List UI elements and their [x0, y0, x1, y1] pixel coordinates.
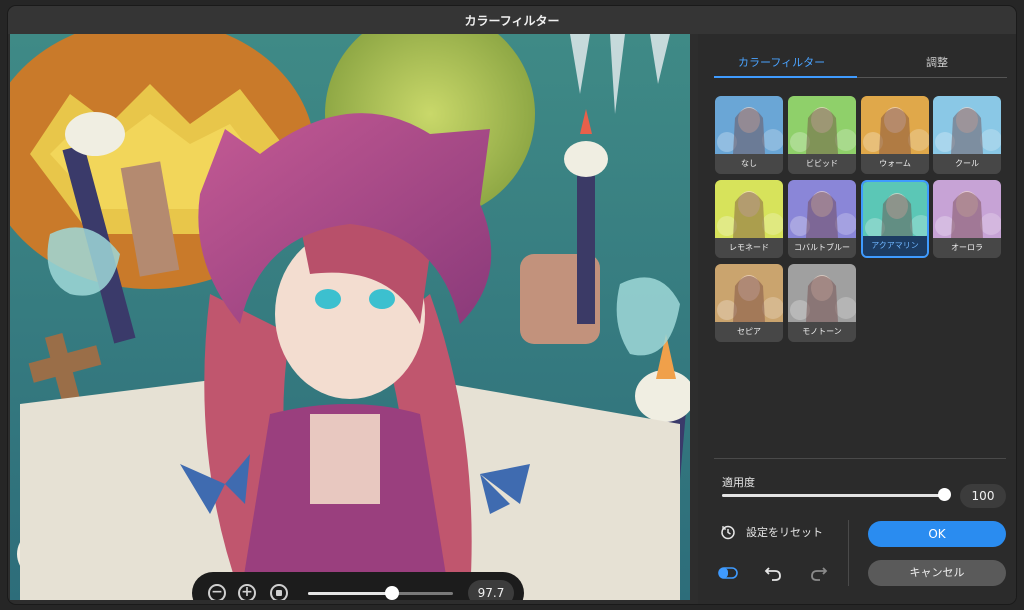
image-preview[interactable]: − + 97.7: [10, 34, 690, 600]
fit-screen-icon[interactable]: [270, 584, 288, 600]
zoom-slider[interactable]: [308, 586, 453, 600]
apply-strength-value[interactable]: 100: [960, 484, 1006, 508]
filter-preview-image: [788, 180, 856, 238]
undo-icon[interactable]: [764, 564, 782, 582]
filter-thumb[interactable]: レモネード: [715, 180, 783, 258]
filter-thumb[interactable]: コバルトブルー: [788, 180, 856, 258]
fit-square: [276, 590, 282, 596]
filter-preview-image: [933, 96, 1001, 154]
filter-thumb[interactable]: ウォーム: [861, 96, 929, 174]
filter-thumb[interactable]: アクアマリン: [861, 180, 929, 258]
zoom-slider-handle[interactable]: [385, 586, 400, 600]
active-tab-indicator: [714, 76, 857, 78]
apply-slider-handle[interactable]: [938, 488, 951, 501]
apply-strength-slider[interactable]: [722, 488, 951, 501]
filter-thumb[interactable]: オーロラ: [933, 180, 1001, 258]
filter-preview-image: [861, 96, 929, 154]
filter-preview-image: [715, 180, 783, 238]
filter-thumb[interactable]: ビビッド: [788, 96, 856, 174]
filter-preview-image: [715, 96, 783, 154]
filter-thumb-label: ビビッド: [788, 154, 856, 174]
filter-preview-image: [863, 182, 927, 240]
filter-thumb-label: コバルトブルー: [788, 238, 856, 258]
filter-preview-image: [788, 96, 856, 154]
compare-toggle-icon[interactable]: [718, 566, 738, 580]
filter-thumb-label: ウォーム: [861, 154, 929, 174]
redo-icon[interactable]: [810, 564, 828, 582]
cancel-button[interactable]: キャンセル: [868, 560, 1006, 586]
zoom-in-icon[interactable]: +: [238, 584, 256, 600]
filter-preview-image: [933, 180, 1001, 238]
tab-color-filter[interactable]: カラーフィルター: [738, 54, 825, 70]
filter-thumb[interactable]: セピア: [715, 264, 783, 342]
filter-preview-image: [715, 264, 783, 322]
filter-thumb-label: なし: [715, 154, 783, 174]
apply-strength-label: 適用度: [722, 476, 755, 489]
zoom-value[interactable]: 97.7: [468, 580, 514, 600]
button-separator: [848, 520, 849, 586]
illustration-preview: [10, 34, 690, 600]
tab-adjust[interactable]: 調整: [926, 54, 948, 70]
color-filter-dialog: カラーフィルター − + 97.7 カラーフィルター 調整 なし ビビッド ウォ…: [8, 6, 1016, 604]
zoom-out-icon[interactable]: −: [208, 584, 226, 600]
filter-thumb-label: モノトーン: [788, 322, 856, 342]
filter-thumb[interactable]: クール: [933, 96, 1001, 174]
filter-thumb[interactable]: なし: [715, 96, 783, 174]
filter-thumb[interactable]: モノトーン: [788, 264, 856, 342]
zoom-slider-fill: [308, 592, 393, 595]
apply-slider-fill: [722, 494, 944, 497]
filter-preview-image: [788, 264, 856, 322]
filter-thumb-label: アクアマリン: [863, 236, 927, 256]
ok-button[interactable]: OK: [868, 521, 1006, 547]
filter-thumb-label: レモネード: [715, 238, 783, 258]
zoom-toolbar: − + 97.7: [192, 572, 524, 600]
filter-thumb-label: オーロラ: [933, 238, 1001, 258]
reset-label: 設定をリセット: [746, 526, 823, 539]
dialog-title: カラーフィルター: [8, 6, 1016, 34]
filter-thumb-label: クール: [933, 154, 1001, 174]
panel-divider: [714, 458, 1006, 459]
filter-thumb-label: セピア: [715, 322, 783, 342]
filter-panel: カラーフィルター 調整 なし ビビッド ウォーム クールレモネード コバルトブルー アクア…: [698, 34, 1016, 604]
clock-reset-icon: [721, 525, 735, 540]
reset-settings-button[interactable]: 設定をリセット: [720, 524, 823, 540]
